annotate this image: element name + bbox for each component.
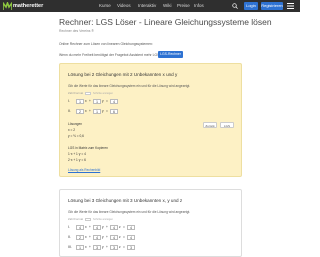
- format-label: Zahl Format: [68, 91, 84, 95]
- logo-text[interactable]: matheretter: [13, 3, 43, 10]
- card-title: Lösung bei 3 Gleichungen mit 3 Unbekannt…: [68, 198, 183, 203]
- intro-text: Online Rechner zum Lösen von linearen Gl…: [59, 42, 153, 46]
- var-z: z: [119, 235, 121, 239]
- format-toggle[interactable]: [85, 218, 91, 221]
- var-x: x: [85, 99, 87, 103]
- op-plus: +: [89, 245, 91, 249]
- card-title: Lösung bei 2 Gleichungen mit 2 Unbekannt…: [68, 72, 178, 77]
- const-input[interactable]: 3: [127, 245, 135, 250]
- var-x: x: [85, 109, 87, 113]
- coef-b-input[interactable]: 3: [93, 245, 101, 250]
- const-input[interactable]: 4: [127, 225, 135, 230]
- op-plus: +: [89, 99, 91, 103]
- premium-button[interactable]: LGS-Rechner: [158, 51, 183, 58]
- coef-b-input[interactable]: 4: [93, 225, 101, 230]
- op-equals: =: [123, 235, 125, 239]
- op-plus: +: [89, 109, 91, 113]
- var-z: z: [119, 245, 121, 249]
- solution-x: x = 2: [68, 128, 75, 132]
- page-title: Rechner: LGS Löser - Lineare Gleichungss…: [59, 17, 272, 27]
- menu-icon[interactable]: [287, 3, 294, 9]
- const-input[interactable]: 4: [110, 99, 118, 104]
- var-x: x: [85, 225, 87, 229]
- register-button[interactable]: Registrieren: [261, 2, 283, 10]
- equation-number: I.: [68, 99, 70, 103]
- op-plus: +: [106, 235, 108, 239]
- coef-b-input[interactable]: 1: [93, 99, 101, 104]
- page-subtitle: Rechner des Vereins ®: [59, 29, 94, 33]
- equation-number: II.: [68, 109, 71, 113]
- var-x: x: [85, 245, 87, 249]
- const-input[interactable]: 6: [110, 109, 118, 114]
- equation-number: II.: [68, 235, 71, 239]
- equation-number: I.: [68, 225, 70, 229]
- reset-button[interactable]: Zurück: [203, 122, 217, 128]
- nav-item-interaktiv[interactable]: Interaktiv: [138, 3, 156, 9]
- card-2x2-solver: Lösung bei 2 Gleichungen mit 2 Unbekannt…: [59, 63, 242, 177]
- nav-item-infos[interactable]: Infos: [194, 3, 204, 9]
- nav-item-preise[interactable]: Preise: [177, 3, 190, 9]
- op-equals: =: [123, 245, 125, 249]
- solution-y: y = ⅔ = 0,6: [68, 134, 84, 138]
- coef-b-input[interactable]: 1: [93, 109, 101, 114]
- op-equals: =: [106, 99, 108, 103]
- steps-note: Schritte anzeigen: [93, 92, 114, 95]
- coef-a-input[interactable]: 4: [76, 225, 84, 230]
- const-input[interactable]: 4: [127, 235, 135, 240]
- nav-item-videos[interactable]: Videos: [117, 3, 131, 9]
- equation-number: III.: [68, 245, 72, 249]
- format-toggle[interactable]: [85, 92, 91, 95]
- card-hint: Gib die Werte für das lineare Gleichungs…: [68, 210, 191, 214]
- coef-a-input[interactable]: 1: [76, 245, 84, 250]
- solve-button[interactable]: LGS: [220, 122, 234, 128]
- var-y: y: [102, 225, 104, 229]
- solution-label: Lösungen: [68, 122, 83, 126]
- var-y: y: [102, 109, 104, 113]
- coef-c-input[interactable]: 4: [110, 225, 118, 230]
- var-x: x: [85, 235, 87, 239]
- op-equals: =: [106, 109, 108, 113]
- login-button[interactable]: Login: [244, 2, 258, 10]
- var-y: y: [102, 245, 104, 249]
- coef-c-input[interactable]: 4: [110, 235, 118, 240]
- nav-item-kurse[interactable]: Kurse: [99, 3, 111, 9]
- op-plus: +: [106, 225, 108, 229]
- format-label: Zahl Format: [68, 217, 84, 221]
- nav-item-wiki[interactable]: Wiki: [163, 3, 172, 9]
- logo-icon[interactable]: [3, 2, 12, 10]
- card-hint: Gib die Werte für das lineare Gleichungs…: [68, 84, 191, 88]
- var-y: y: [102, 235, 104, 239]
- op-plus: +: [89, 225, 91, 229]
- card-3x3-solver: Lösung bei 3 Gleichungen mit 3 Unbekannt…: [59, 189, 242, 257]
- var-y: y: [102, 99, 104, 103]
- op-equals: =: [123, 225, 125, 229]
- copy-form-line-1: 1·x + 1·y = 4: [68, 152, 86, 156]
- coef-a-input[interactable]: 1: [76, 99, 84, 104]
- search-icon[interactable]: [232, 3, 238, 9]
- top-navbar: matheretter Kurse Videos Interaktiv Wiki…: [0, 0, 300, 12]
- coef-a-input[interactable]: 2: [76, 235, 84, 240]
- coef-b-input[interactable]: 4: [93, 235, 101, 240]
- steps-note: Schritte anzeigen: [93, 218, 114, 221]
- coef-a-input[interactable]: 2: [76, 109, 84, 114]
- op-plus: +: [106, 245, 108, 249]
- copy-form-label: LGS in Matrix zum Kopieren: [68, 146, 108, 150]
- coef-c-input[interactable]: 3: [110, 245, 118, 250]
- copy-form-line-2: 2·x + 1·y = 6: [68, 158, 86, 162]
- op-plus: +: [89, 235, 91, 239]
- var-z: z: [119, 225, 121, 229]
- premium-prompt: Wenn du mehr Freiheit benötigst der Frag…: [59, 53, 161, 57]
- solution-image-link[interactable]: Lösung als Rechenbild: [68, 168, 100, 172]
